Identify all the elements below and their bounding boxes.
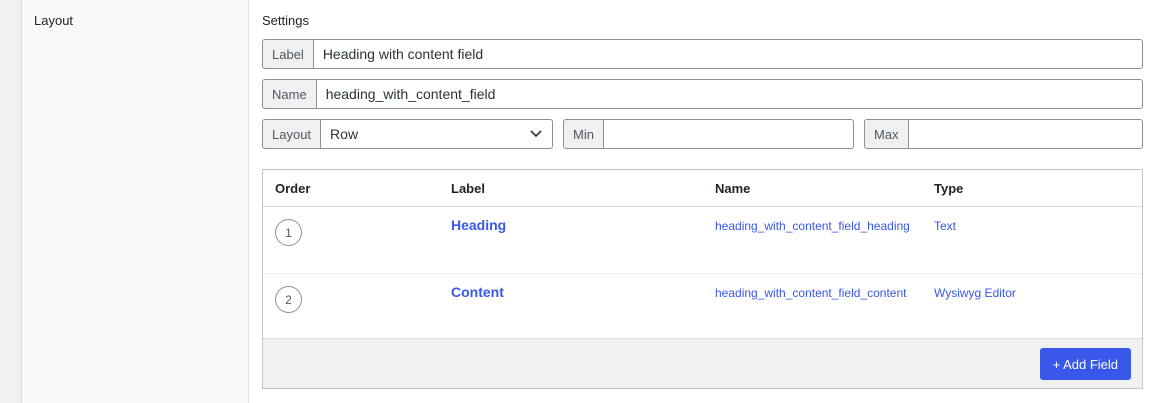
table-row[interactable]: 1 Heading heading_with_content_field_hea… (263, 207, 1142, 274)
field-label-column: Layout (22, 0, 249, 403)
layout-field-group: Layout Row (262, 119, 553, 149)
header-label: Label (451, 181, 485, 196)
field-name[interactable]: heading_with_content_field_content (715, 286, 906, 300)
section-label: Layout (34, 13, 74, 28)
chevron-down-icon (529, 127, 543, 141)
table-header: Order Label Name Type (263, 170, 1142, 207)
max-field-group: Max (864, 119, 1143, 149)
min-field-group: Min (563, 119, 854, 149)
order-handle[interactable]: 2 (275, 286, 302, 313)
field-label-link[interactable]: Content (451, 284, 504, 300)
table-footer: + Add Field (263, 338, 1142, 388)
field-type[interactable]: Wysiwyg Editor (934, 286, 1016, 300)
header-order: Order (275, 181, 311, 196)
table-row[interactable]: 2 Content heading_with_content_field_con… (263, 274, 1142, 341)
field-name[interactable]: heading_with_content_field_heading (715, 219, 910, 233)
name-field-group: Name heading_with_content_field (262, 79, 1143, 109)
label-field-prefix: Label (263, 40, 314, 68)
min-field-prefix: Min (564, 120, 604, 148)
header-type: Type (934, 181, 964, 196)
field-type[interactable]: Text (934, 219, 956, 233)
max-input[interactable] (909, 120, 1142, 148)
label-input[interactable]: Heading with content field (314, 40, 1142, 68)
min-input[interactable] (604, 120, 853, 148)
order-handle[interactable]: 1 (275, 219, 302, 246)
sub-fields-table: Order Label Name Type 1 Heading heading_… (262, 169, 1143, 389)
layout-panel: Layout Settings Label Heading with conte… (21, 0, 1172, 403)
add-field-button[interactable]: + Add Field (1039, 348, 1131, 380)
name-input[interactable]: heading_with_content_field (317, 80, 1142, 108)
max-field-prefix: Max (865, 120, 909, 148)
name-field-prefix: Name (263, 80, 317, 108)
layout-select-value: Row (330, 126, 359, 142)
label-field-group: Label Heading with content field (262, 39, 1143, 69)
field-label-link[interactable]: Heading (451, 217, 506, 233)
header-name: Name (715, 181, 751, 196)
settings-title: Settings (262, 13, 309, 28)
layout-field-prefix: Layout (263, 120, 322, 148)
layout-select[interactable]: Row (321, 120, 552, 148)
